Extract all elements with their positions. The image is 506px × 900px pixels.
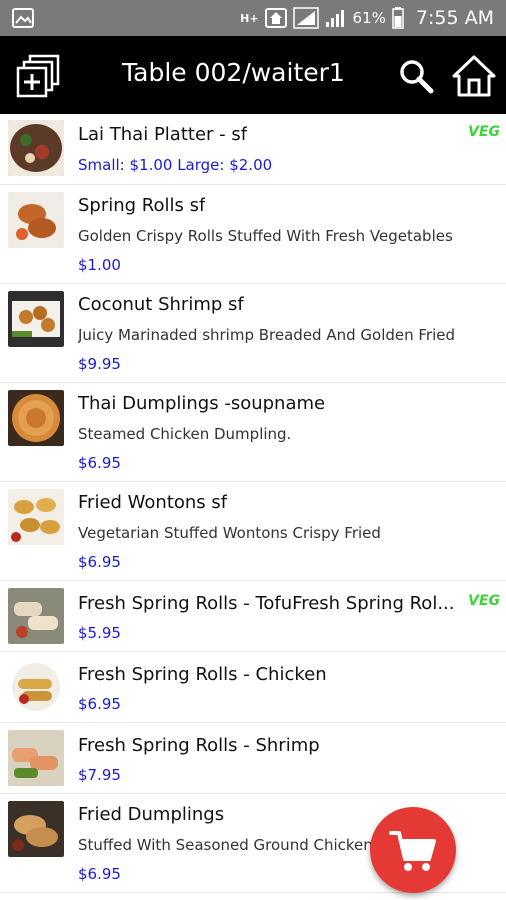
add-order-button[interactable] [16, 54, 60, 98]
item-description: Steamed Chicken Dumpling. [78, 425, 292, 443]
thai-dumplings-thumb [8, 390, 64, 446]
item-name: Spring Rolls sf [78, 195, 206, 216]
item-price: $5.95 [78, 624, 121, 642]
item-price: $1.00 [78, 256, 121, 274]
fried-wontons-thumb [8, 489, 64, 545]
menu-item[interactable]: Coconut Shrimp sf Juicy Marinaded shrimp… [0, 284, 506, 383]
item-name: Fresh Spring Rolls - Chicken [78, 664, 327, 685]
app-bar: Table 002/waiter1 [0, 36, 506, 114]
menu-item[interactable]: Lai Thai Platter - sf Small: $1.00 Large… [0, 114, 506, 185]
veg-badge: VEG [468, 124, 500, 140]
home-icon [452, 55, 496, 97]
item-price: $9.95 [78, 355, 121, 373]
menu-item[interactable]: Thai Dumplings -soupname Steamed Chicken… [0, 383, 506, 482]
item-price: $7.95 [78, 766, 121, 784]
gallery-notification-icon [12, 8, 34, 28]
home-notification-icon [264, 8, 287, 28]
battery-percent: 61% [352, 9, 386, 27]
item-name: Lai Thai Platter - sf [78, 124, 248, 145]
fresh-rolls-tofu-thumb [8, 588, 64, 644]
signal-icon-2 [325, 10, 344, 27]
veg-badge: VEG [468, 593, 500, 609]
page-title: Table 002/waiter1 [122, 58, 345, 87]
menu-item[interactable]: Fresh Spring Rolls - Chicken $6.95 [0, 652, 506, 723]
menu-item[interactable]: Fried Wontons sf Vegetarian Stuffed Wont… [0, 482, 506, 581]
item-name: Fried Wontons sf [78, 492, 228, 513]
fresh-rolls-shrimp-thumb [8, 730, 64, 786]
network-type: H+ [240, 11, 259, 25]
item-price: Small: $1.00 Large: $2.00 [78, 156, 273, 174]
battery-icon [392, 7, 404, 29]
add-layers-icon [16, 54, 60, 98]
clock: 7:55 AM [415, 7, 494, 29]
item-price: $6.95 [78, 865, 121, 883]
menu-item[interactable]: Fresh Spring Rolls - Shrimp $7.95 [0, 723, 506, 794]
menu-list: Lai Thai Platter - sf Small: $1.00 Large… [0, 114, 506, 900]
search-button[interactable] [398, 58, 434, 94]
item-price: $6.95 [78, 454, 121, 472]
item-name: Fresh Spring Rolls - TofuFresh Spring Ro… [78, 593, 455, 614]
signal-icon [292, 7, 319, 29]
spring-rolls-thumb [8, 192, 64, 248]
fresh-rolls-chicken-thumb [8, 659, 64, 715]
item-description: Vegetarian Stuffed Wontons Crispy Fried [78, 524, 381, 542]
platter-thumb [8, 120, 64, 176]
item-price: $6.95 [78, 553, 121, 571]
item-price: $6.95 [78, 695, 121, 713]
fried-dumplings-thumb [8, 801, 64, 857]
menu-item[interactable]: Spring Rolls sf Golden Crispy Rolls Stuf… [0, 185, 506, 284]
item-name: Coconut Shrimp sf [78, 294, 244, 315]
home-button[interactable] [452, 54, 496, 98]
cart-button[interactable] [370, 807, 456, 893]
item-description: Golden Crispy Rolls Stuffed With Fresh V… [78, 227, 453, 245]
shopping-cart-icon [389, 831, 436, 871]
status-bar: H+ 61% 7:55 AM [0, 0, 506, 36]
coconut-shrimp-thumb [8, 291, 64, 347]
item-description: Stuffed With Seasoned Ground Chicken [78, 836, 373, 854]
search-icon [400, 60, 434, 94]
item-name: Fried Dumplings [78, 804, 225, 825]
item-name: Fresh Spring Rolls - Shrimp [78, 735, 320, 756]
item-name: Thai Dumplings -soupname [78, 393, 326, 414]
item-description: Juicy Marinaded shrimp Breaded And Golde… [78, 326, 456, 344]
menu-item[interactable]: Fresh Spring Rolls - TofuFresh Spring Ro… [0, 581, 506, 652]
